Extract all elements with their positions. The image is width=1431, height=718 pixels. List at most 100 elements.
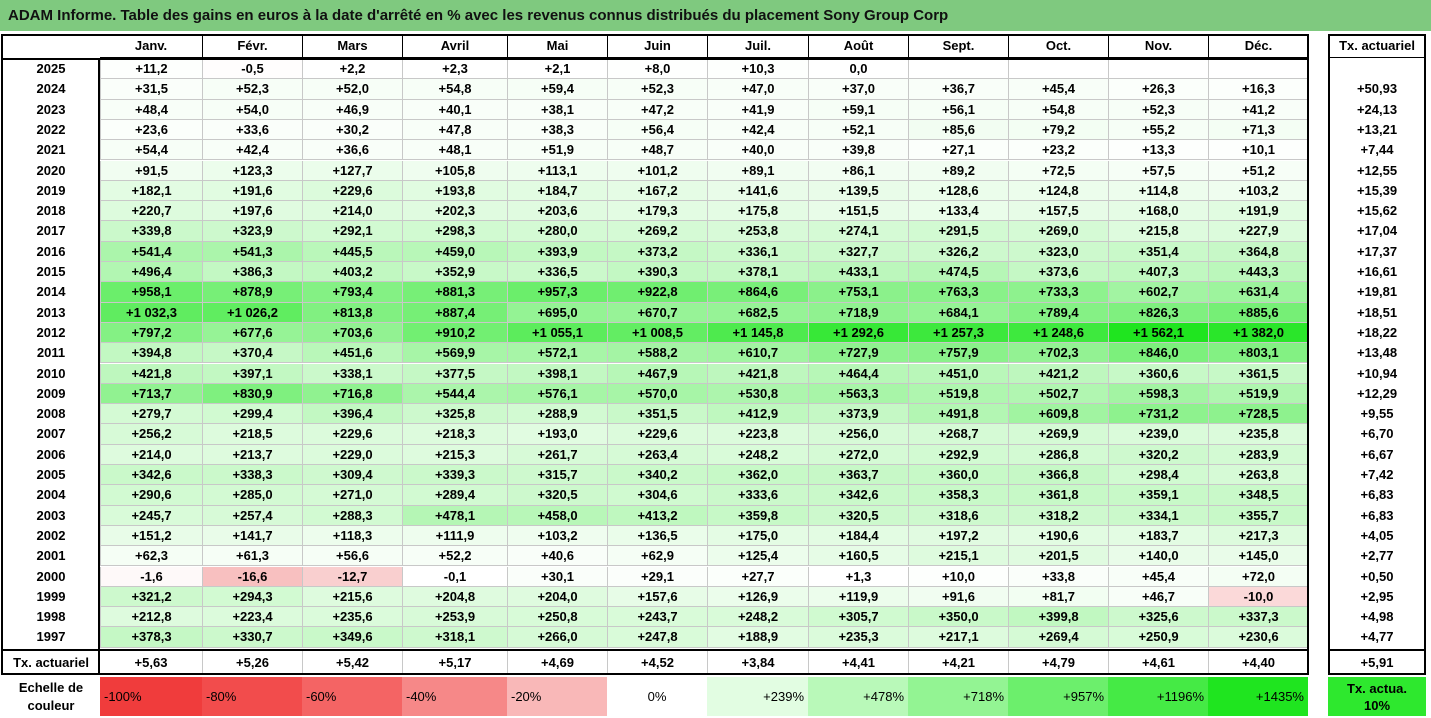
table-cell: +588,2 [607, 343, 707, 364]
table-cell: +323,0 [1008, 241, 1108, 262]
legend-rate-swatch: Tx. actua. 10% [1328, 677, 1426, 716]
legend-swatch: +957% [1008, 677, 1108, 716]
table-cell: +349,6 [302, 627, 402, 648]
table-cell: +1 257,3 [908, 322, 1008, 344]
table-cell: +245,7 [100, 505, 202, 526]
legend-swatch: 0% [607, 677, 707, 716]
table-cell: +266,0 [507, 627, 607, 648]
table-cell: +46,9 [302, 99, 402, 120]
table-cell: +29,1 [607, 566, 707, 587]
table-cell: +114,8 [1108, 180, 1208, 202]
table-cell: +197,6 [202, 201, 302, 222]
year-label: 2018 [36, 203, 66, 219]
table-cell: +261,7 [507, 444, 607, 465]
year-label: 2021 [36, 142, 66, 158]
table-cell: +366,8 [1008, 465, 1108, 486]
rate-cell: +13,48 [1356, 345, 1398, 361]
table-cell: +718,9 [808, 302, 908, 323]
table-cell: +193,8 [402, 180, 507, 202]
table-cell: +309,4 [302, 465, 402, 486]
table-cell: +40,1 [402, 99, 507, 120]
rate-cell [1328, 59, 1426, 79]
table-cell: +55,2 [1108, 119, 1208, 141]
table-cell: +227,9 [1208, 221, 1308, 242]
table-cell: +23,2 [1008, 140, 1108, 161]
table-cell: +330,7 [202, 627, 302, 648]
table-cell: +305,7 [808, 607, 908, 628]
table-cell: +38,1 [507, 99, 607, 120]
table-cell: +2,1 [507, 59, 607, 80]
rate-cell: +6,67 [1360, 446, 1394, 462]
table-cell [1008, 59, 1108, 80]
table-cell [908, 59, 1008, 80]
table-cell: +91,6 [908, 586, 1008, 608]
table-cell: +294,3 [202, 586, 302, 608]
table-cell: +299,4 [202, 404, 302, 425]
year-label: 2003 [36, 507, 66, 523]
rate-cell: +18,51 [1356, 304, 1398, 320]
year-label: 2017 [36, 223, 66, 239]
footer-divider [1, 648, 1309, 651]
table-cell: +334,1 [1108, 505, 1208, 526]
table-cell: +378,3 [100, 627, 202, 648]
table-cell: +271,0 [302, 485, 402, 506]
table-cell: +42,4 [707, 119, 808, 141]
year-label: 2002 [36, 527, 66, 543]
table-cell: +16,3 [1208, 79, 1308, 100]
table-cell: +789,4 [1008, 302, 1108, 323]
table-cell: +885,6 [1208, 302, 1308, 323]
table-cell: +602,7 [1108, 282, 1208, 303]
table-cell: +1 382,0 [1208, 322, 1308, 344]
table-cell: -1,6 [100, 566, 202, 587]
rate-column-header: Tx. actuariel [1328, 34, 1426, 58]
table-cell: +10,3 [707, 59, 808, 80]
table-cell: +40,0 [707, 140, 808, 161]
table-cell: +256,2 [100, 424, 202, 445]
table-cell: +352,9 [402, 262, 507, 283]
table-cell: +502,7 [1008, 383, 1108, 405]
table-cell: +433,1 [808, 262, 908, 283]
rate-cell: +2,95 [1360, 588, 1394, 604]
footer-rate-cell: +5,17 [402, 649, 507, 675]
table-cell: +59,4 [507, 79, 607, 100]
table-cell: +325,8 [402, 404, 507, 425]
year-label: 2005 [36, 467, 66, 482]
table-cell: +695,0 [507, 302, 607, 323]
table-cell: +33,6 [202, 119, 302, 141]
month-header: Oct. [1008, 34, 1108, 58]
table-cell: +42,4 [202, 140, 302, 161]
rate-cell: +13,21 [1356, 121, 1398, 137]
table-cell: +54,8 [402, 79, 507, 100]
table-cell: +280,0 [507, 221, 607, 242]
table-cell: +157,5 [1008, 201, 1108, 222]
table-cell: +337,3 [1208, 607, 1308, 628]
table-cell: +229,6 [302, 180, 402, 202]
table-cell: +31,5 [100, 79, 202, 100]
table-cell: +378,1 [707, 262, 808, 283]
table-cell: +348,5 [1208, 485, 1308, 506]
table-cell: +215,8 [1108, 221, 1208, 242]
table-cell: +72,5 [1008, 160, 1108, 181]
table-cell: +451,6 [302, 343, 402, 364]
rate-footer-divider [1328, 648, 1426, 651]
month-header: Mars [302, 34, 402, 58]
table-cell: +793,4 [302, 282, 402, 303]
table-cell: +229,6 [607, 424, 707, 445]
table-cell: +272,0 [808, 444, 908, 465]
table-cell: +290,6 [100, 485, 202, 506]
month-header: Avril [402, 34, 507, 58]
table-cell: +530,8 [707, 383, 808, 405]
footer-rate-cell: +4,41 [808, 649, 908, 675]
year-label: 2016 [36, 243, 66, 259]
table-cell: +54,8 [1008, 99, 1108, 120]
table-cell: +318,1 [402, 627, 507, 648]
table-cell: +111,9 [402, 525, 507, 547]
year-label: 2008 [36, 406, 66, 422]
table-cell: +727,9 [808, 343, 908, 364]
table-cell: +36,7 [908, 79, 1008, 100]
table-cell: +569,9 [402, 343, 507, 364]
year-label: 2020 [36, 162, 66, 178]
table-cell: +541,3 [202, 241, 302, 262]
table-cell: +467,9 [607, 363, 707, 384]
header-divider [1, 58, 1309, 60]
